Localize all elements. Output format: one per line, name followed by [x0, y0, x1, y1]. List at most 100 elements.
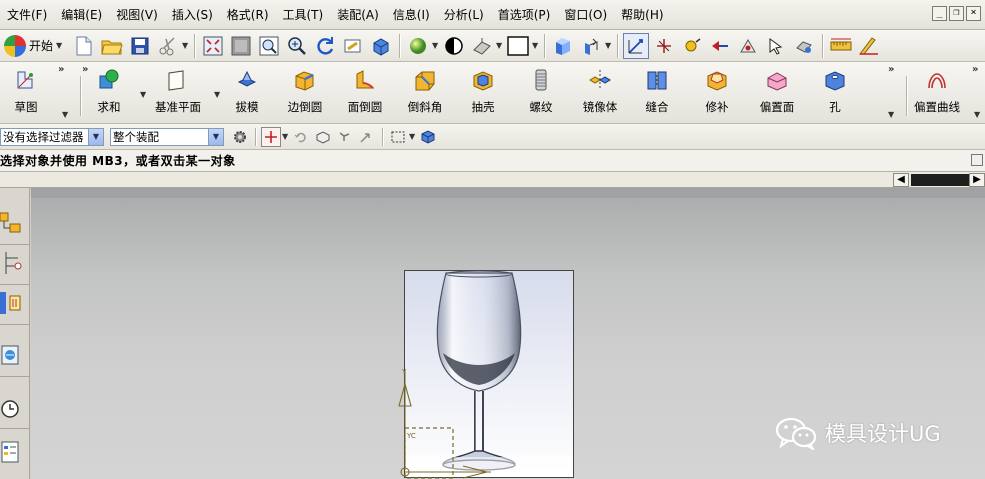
dashed-rectangle-icon [391, 131, 405, 142]
rotate-button[interactable] [312, 33, 338, 59]
chamfer-button[interactable]: 倒斜角 [404, 66, 446, 120]
wcs-origin-button[interactable] [550, 33, 576, 59]
start-button[interactable]: 开始 ▼ [2, 33, 70, 59]
history-clock-icon[interactable] [0, 396, 22, 422]
wcs-datum-triad[interactable]: Y YC [393, 366, 493, 479]
resource-separator [0, 324, 30, 325]
mirror-body-button[interactable]: 镜像体 [580, 66, 620, 120]
offset-curve-button[interactable]: 偏置曲线 [908, 66, 966, 120]
menu-edit[interactable]: 编辑(E) [54, 4, 109, 26]
part-navigator-icon[interactable] [0, 290, 22, 316]
scroll-right-button[interactable]: ▶ [969, 173, 985, 187]
menu-file[interactable]: 文件(F) [0, 4, 54, 26]
constraint-navigator-icon[interactable] [0, 250, 22, 276]
draft-button[interactable]: 拔模 [232, 66, 262, 120]
zoom-area-button[interactable] [228, 33, 254, 59]
select-solid-button[interactable] [418, 127, 438, 147]
minimize-button[interactable]: _ [932, 6, 947, 21]
chevron-right-icon[interactable]: » [972, 64, 978, 75]
snap-end-button[interactable] [707, 33, 733, 59]
chevron-down-icon[interactable]: ▼ [432, 41, 440, 50]
select-feature-button[interactable] [335, 127, 355, 147]
zoom-window-button[interactable] [256, 33, 282, 59]
chevron-down-icon[interactable]: ▼ [282, 132, 290, 141]
menu-insert[interactable]: 插入(S) [165, 4, 220, 26]
snap-arrow-button[interactable] [763, 33, 789, 59]
assembly-navigator-icon[interactable] [0, 210, 22, 236]
snap-face-icon [796, 40, 812, 53]
menu-window[interactable]: 窗口(O) [557, 4, 614, 26]
menu-format[interactable]: 格式(R) [220, 4, 276, 26]
menu-information[interactable]: 信息(I) [386, 4, 437, 26]
rectangle-select-button[interactable] [388, 127, 408, 147]
menu-analysis[interactable]: 分析(L) [437, 4, 491, 26]
cue-line-toggle[interactable] [971, 154, 983, 166]
chevron-down-icon[interactable]: ▼ [409, 132, 417, 141]
edge-blend-button[interactable]: 边倒圆 [284, 66, 326, 120]
chevron-right-icon[interactable]: » [888, 64, 894, 75]
background-color-button[interactable] [505, 33, 531, 59]
chevron-down-icon[interactable]: ▼ [974, 110, 980, 119]
chevron-down-icon[interactable]: ▼ [182, 41, 190, 50]
hole-button[interactable]: 孔 [822, 66, 848, 120]
select-body-button[interactable] [313, 127, 333, 147]
chevron-down-icon[interactable]: ▼ [888, 110, 894, 119]
chevron-down-icon[interactable]: ▼ [62, 110, 68, 119]
orient-view-icon [473, 37, 491, 55]
close-button[interactable]: × [966, 6, 981, 21]
reuse-library-icon[interactable] [0, 342, 22, 368]
type-filter-select[interactable]: 没有选择过滤器 ▼ [0, 127, 104, 146]
chevron-down-icon[interactable]: ▼ [605, 41, 613, 50]
chevron-down-icon[interactable]: ▼ [140, 90, 146, 99]
toolbar-separator [822, 33, 824, 58]
snap-toggle-button[interactable] [261, 126, 281, 147]
cut-button[interactable] [155, 33, 181, 59]
resource-separator [0, 428, 30, 429]
save-button[interactable] [127, 33, 153, 59]
menu-help[interactable]: 帮助(H) [614, 4, 670, 26]
face-blend-button[interactable]: 面倒圆 [344, 66, 386, 120]
snap-face-button[interactable] [791, 33, 817, 59]
unite-button[interactable]: 求和 [92, 66, 126, 120]
zoom-button[interactable] [284, 33, 310, 59]
shaded-view-button[interactable] [368, 33, 394, 59]
snap-control-button[interactable] [679, 33, 705, 59]
sew-button[interactable]: 缝合 [642, 66, 672, 120]
select-component-button[interactable] [357, 127, 377, 147]
menu-preferences[interactable]: 首选项(P) [491, 4, 558, 26]
pan-button[interactable] [340, 33, 366, 59]
view-orient-button[interactable] [469, 33, 495, 59]
menu-view[interactable]: 视图(V) [109, 4, 165, 26]
fit-view-button[interactable] [200, 33, 226, 59]
offset-face-button[interactable]: 偏置面 [756, 66, 798, 120]
gear-filter-button[interactable] [230, 127, 250, 147]
patch-button[interactable]: 修补 [702, 66, 732, 120]
selection-scope-select[interactable]: 整个装配 ▼ [110, 127, 224, 146]
render-style-button[interactable] [405, 33, 431, 59]
scroll-left-button[interactable]: ◀ [893, 173, 909, 187]
thread-button[interactable]: 螺纹 [526, 66, 556, 120]
chevron-down-icon[interactable]: ▼ [496, 41, 504, 50]
menu-tools[interactable]: 工具(T) [276, 4, 331, 26]
wcs-rotate-button[interactable] [578, 33, 604, 59]
chevron-down-icon[interactable]: ▼ [214, 90, 220, 99]
scroll-thumb[interactable] [911, 174, 969, 186]
snap-point-button[interactable] [651, 33, 677, 59]
measure-angle-button[interactable] [856, 33, 882, 59]
shell-button[interactable]: 抽壳 [468, 66, 498, 120]
undo-select-button[interactable] [291, 127, 311, 147]
measure-distance-button[interactable] [828, 33, 854, 59]
chevron-right-icon[interactable]: » [58, 64, 64, 75]
system-materials-icon[interactable] [0, 438, 22, 464]
datum-plane-button[interactable]: 基准平面 [150, 66, 206, 120]
chevron-down-icon[interactable]: ▼ [532, 41, 540, 50]
select-axis-button[interactable] [623, 32, 650, 59]
new-file-button[interactable] [71, 33, 97, 59]
open-file-button[interactable] [99, 33, 125, 59]
sketch-button[interactable]: 草图 [8, 66, 44, 120]
menu-assemblies[interactable]: 装配(A) [330, 4, 386, 26]
edge-display-button[interactable] [441, 33, 467, 59]
snap-mid-button[interactable] [735, 33, 761, 59]
chevron-right-icon[interactable]: » [82, 64, 88, 75]
restore-button[interactable]: ❐ [949, 6, 964, 21]
